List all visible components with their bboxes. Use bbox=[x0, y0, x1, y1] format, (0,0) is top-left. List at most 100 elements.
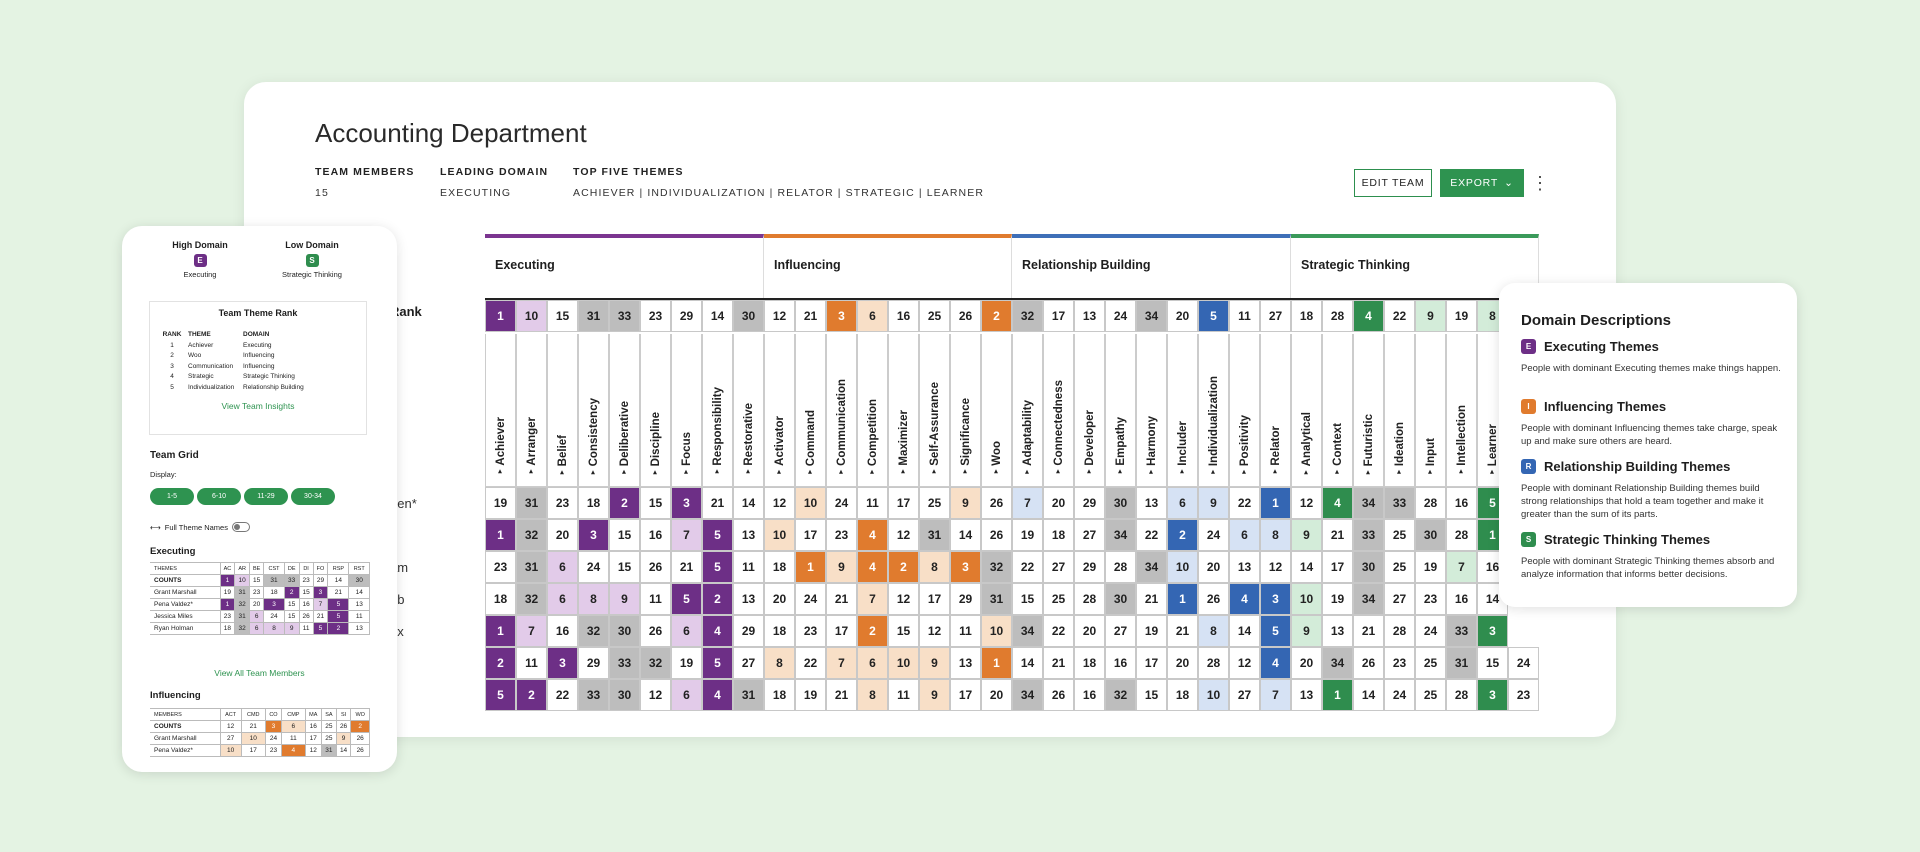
theme-label-self-assurance[interactable]: Self-Assurance bbox=[919, 334, 950, 487]
table-cell: 9 bbox=[283, 622, 300, 635]
theme-label-individualization[interactable]: Individualization bbox=[1198, 334, 1229, 487]
grid-cell: 4 bbox=[702, 679, 733, 711]
theme-label-intellection[interactable]: Intellection bbox=[1446, 334, 1477, 487]
grid-cell: 15 bbox=[1012, 583, 1043, 615]
grid-cell: 10 bbox=[981, 615, 1012, 647]
table-header: BE bbox=[249, 562, 265, 575]
grid-cell: 21 bbox=[1043, 647, 1074, 679]
theme-label-futuristic[interactable]: Futuristic bbox=[1353, 334, 1384, 487]
theme-label-empathy[interactable]: Empathy bbox=[1105, 334, 1136, 487]
grid-cell: 5 bbox=[702, 647, 733, 679]
theme-label-competition[interactable]: Competition bbox=[857, 334, 888, 487]
grid-cell: 29 bbox=[578, 647, 609, 679]
grid-cell: 4 bbox=[702, 615, 733, 647]
theme-label-significance[interactable]: Significance bbox=[950, 334, 981, 487]
export-button[interactable]: EXPORT ⌄ bbox=[1440, 169, 1524, 197]
grid-cell: 21 bbox=[1167, 615, 1198, 647]
theme-label-command[interactable]: Command bbox=[795, 334, 826, 487]
table-cell: 20 bbox=[249, 598, 265, 611]
desc-influencing: I Influencing Themes People with dominant … bbox=[1521, 399, 1778, 447]
theme-label-focus[interactable]: Focus bbox=[671, 334, 702, 487]
grid-cell: 4 bbox=[1322, 487, 1353, 519]
domain-descriptions-card: Domain Descriptions E Executing Themes Peo… bbox=[1499, 283, 1797, 607]
view-team-insights-link[interactable]: View Team Insights bbox=[150, 401, 366, 411]
grid-cell: 7 bbox=[857, 583, 888, 615]
table-cell: Ryan Holman bbox=[150, 622, 221, 635]
theme-label-analytical[interactable]: Analytical bbox=[1291, 334, 1322, 487]
full-names-toggle[interactable]: ⟷ Full Theme Names bbox=[150, 522, 250, 532]
grid-cell: 15 bbox=[888, 615, 919, 647]
theme-label-consistency[interactable]: Consistency bbox=[578, 334, 609, 487]
executing-badge-icon: E bbox=[193, 254, 207, 267]
theme-label-achiever[interactable]: Achiever bbox=[485, 334, 516, 487]
theme-label-harmony[interactable]: Harmony bbox=[1136, 334, 1167, 487]
table-cell: 12 bbox=[304, 744, 322, 757]
table-cell: 18 bbox=[219, 622, 236, 635]
theme-label-woo[interactable]: Woo bbox=[981, 334, 1012, 487]
theme-label-connectedness[interactable]: Connectedness bbox=[1043, 334, 1074, 487]
pill-11-29[interactable]: 11-29 bbox=[244, 488, 288, 505]
grid-cell: 11 bbox=[516, 647, 547, 679]
table-cell: 31 bbox=[234, 586, 251, 599]
grid-cell: 12 bbox=[888, 583, 919, 615]
grid-cell: 18 bbox=[1167, 679, 1198, 711]
theme-label-context[interactable]: Context bbox=[1322, 334, 1353, 487]
grid-cell: 20 bbox=[981, 679, 1012, 711]
theme-label-restorative[interactable]: Restorative bbox=[733, 334, 764, 487]
grid-cell: 10 bbox=[795, 487, 826, 519]
theme-label-activator[interactable]: Activator bbox=[764, 334, 795, 487]
domain-header-executing: Executing bbox=[485, 234, 764, 298]
theme-label-input[interactable]: Input bbox=[1415, 334, 1446, 487]
grid-cell: 24 bbox=[826, 487, 857, 519]
grid-cell: 8 bbox=[1198, 615, 1229, 647]
grid-cell: 3 bbox=[547, 647, 578, 679]
grid-cell: 34 bbox=[1136, 551, 1167, 583]
grid-cell: 3 bbox=[1477, 615, 1508, 647]
pill-30-34[interactable]: 30-34 bbox=[291, 488, 335, 505]
table-cell: 7 bbox=[312, 598, 329, 611]
grid-cell: 18 bbox=[1074, 647, 1105, 679]
theme-label-adaptability[interactable]: Adaptability bbox=[1012, 334, 1043, 487]
theme-label-includer[interactable]: Includer bbox=[1167, 334, 1198, 487]
grid-cell: 13 bbox=[733, 583, 764, 615]
grid-cell: 32 bbox=[516, 519, 547, 551]
table-row: Grant Marshall 27 10 24 11 17 25 9 26 bbox=[150, 732, 370, 745]
grid-cell: 16 bbox=[1074, 679, 1105, 711]
grid-cell: 2 bbox=[857, 615, 888, 647]
grid-cell: 22 bbox=[795, 647, 826, 679]
grid-cell: 33 bbox=[578, 679, 609, 711]
theme-label-ideation[interactable]: Ideation bbox=[1384, 334, 1415, 487]
theme-label-discipline[interactable]: Discipline bbox=[640, 334, 671, 487]
theme-label-belief[interactable]: Belief bbox=[547, 334, 578, 487]
table-row: Ryan Holman 18 32 6 8 9 11 5 2 13 bbox=[150, 622, 370, 635]
theme-label-maximizer[interactable]: Maximizer bbox=[888, 334, 919, 487]
grid-cell: 17 bbox=[1322, 551, 1353, 583]
edit-team-button[interactable]: EDIT TEAM bbox=[1354, 169, 1432, 197]
pill-1-5[interactable]: 1-5 bbox=[150, 488, 194, 505]
grid-cell: 27 bbox=[1384, 583, 1415, 615]
table-row: Jessica Miles 23 31 6 24 15 26 21 5 11 bbox=[150, 610, 370, 623]
theme-label-communication[interactable]: Communication bbox=[826, 334, 857, 487]
pill-6-10[interactable]: 6-10 bbox=[197, 488, 241, 505]
grid-cell: 19 bbox=[795, 679, 826, 711]
toggle-switch[interactable] bbox=[231, 522, 250, 532]
grid-cell: 23 bbox=[826, 519, 857, 551]
theme-label-deliberative[interactable]: Deliberative bbox=[609, 334, 640, 487]
grid-cell: 28 bbox=[1446, 679, 1477, 711]
grid-cell: 2 bbox=[516, 679, 547, 711]
theme-label-positivity[interactable]: Positivity bbox=[1229, 334, 1260, 487]
grid-cell: 28 bbox=[1415, 487, 1446, 519]
grid-cell: 14 bbox=[1291, 551, 1322, 583]
rank-cell: 5 bbox=[1198, 300, 1229, 332]
grid-cell: 34 bbox=[1012, 679, 1043, 711]
rank-cell: 24 bbox=[1105, 300, 1136, 332]
theme-label-relator[interactable]: Relator bbox=[1260, 334, 1291, 487]
grid-cell: 21 bbox=[702, 487, 733, 519]
view-all-members-link[interactable]: View All Team Members bbox=[122, 668, 397, 678]
grid-cell: 5 bbox=[485, 679, 516, 711]
kebab-icon[interactable]: ⋮ bbox=[1531, 170, 1549, 196]
table-cell: 12 bbox=[219, 720, 242, 733]
theme-label-responsibility[interactable]: Responsibility bbox=[702, 334, 733, 487]
theme-label-arranger[interactable]: Arranger bbox=[516, 334, 547, 487]
theme-label-developer[interactable]: Developer bbox=[1074, 334, 1105, 487]
